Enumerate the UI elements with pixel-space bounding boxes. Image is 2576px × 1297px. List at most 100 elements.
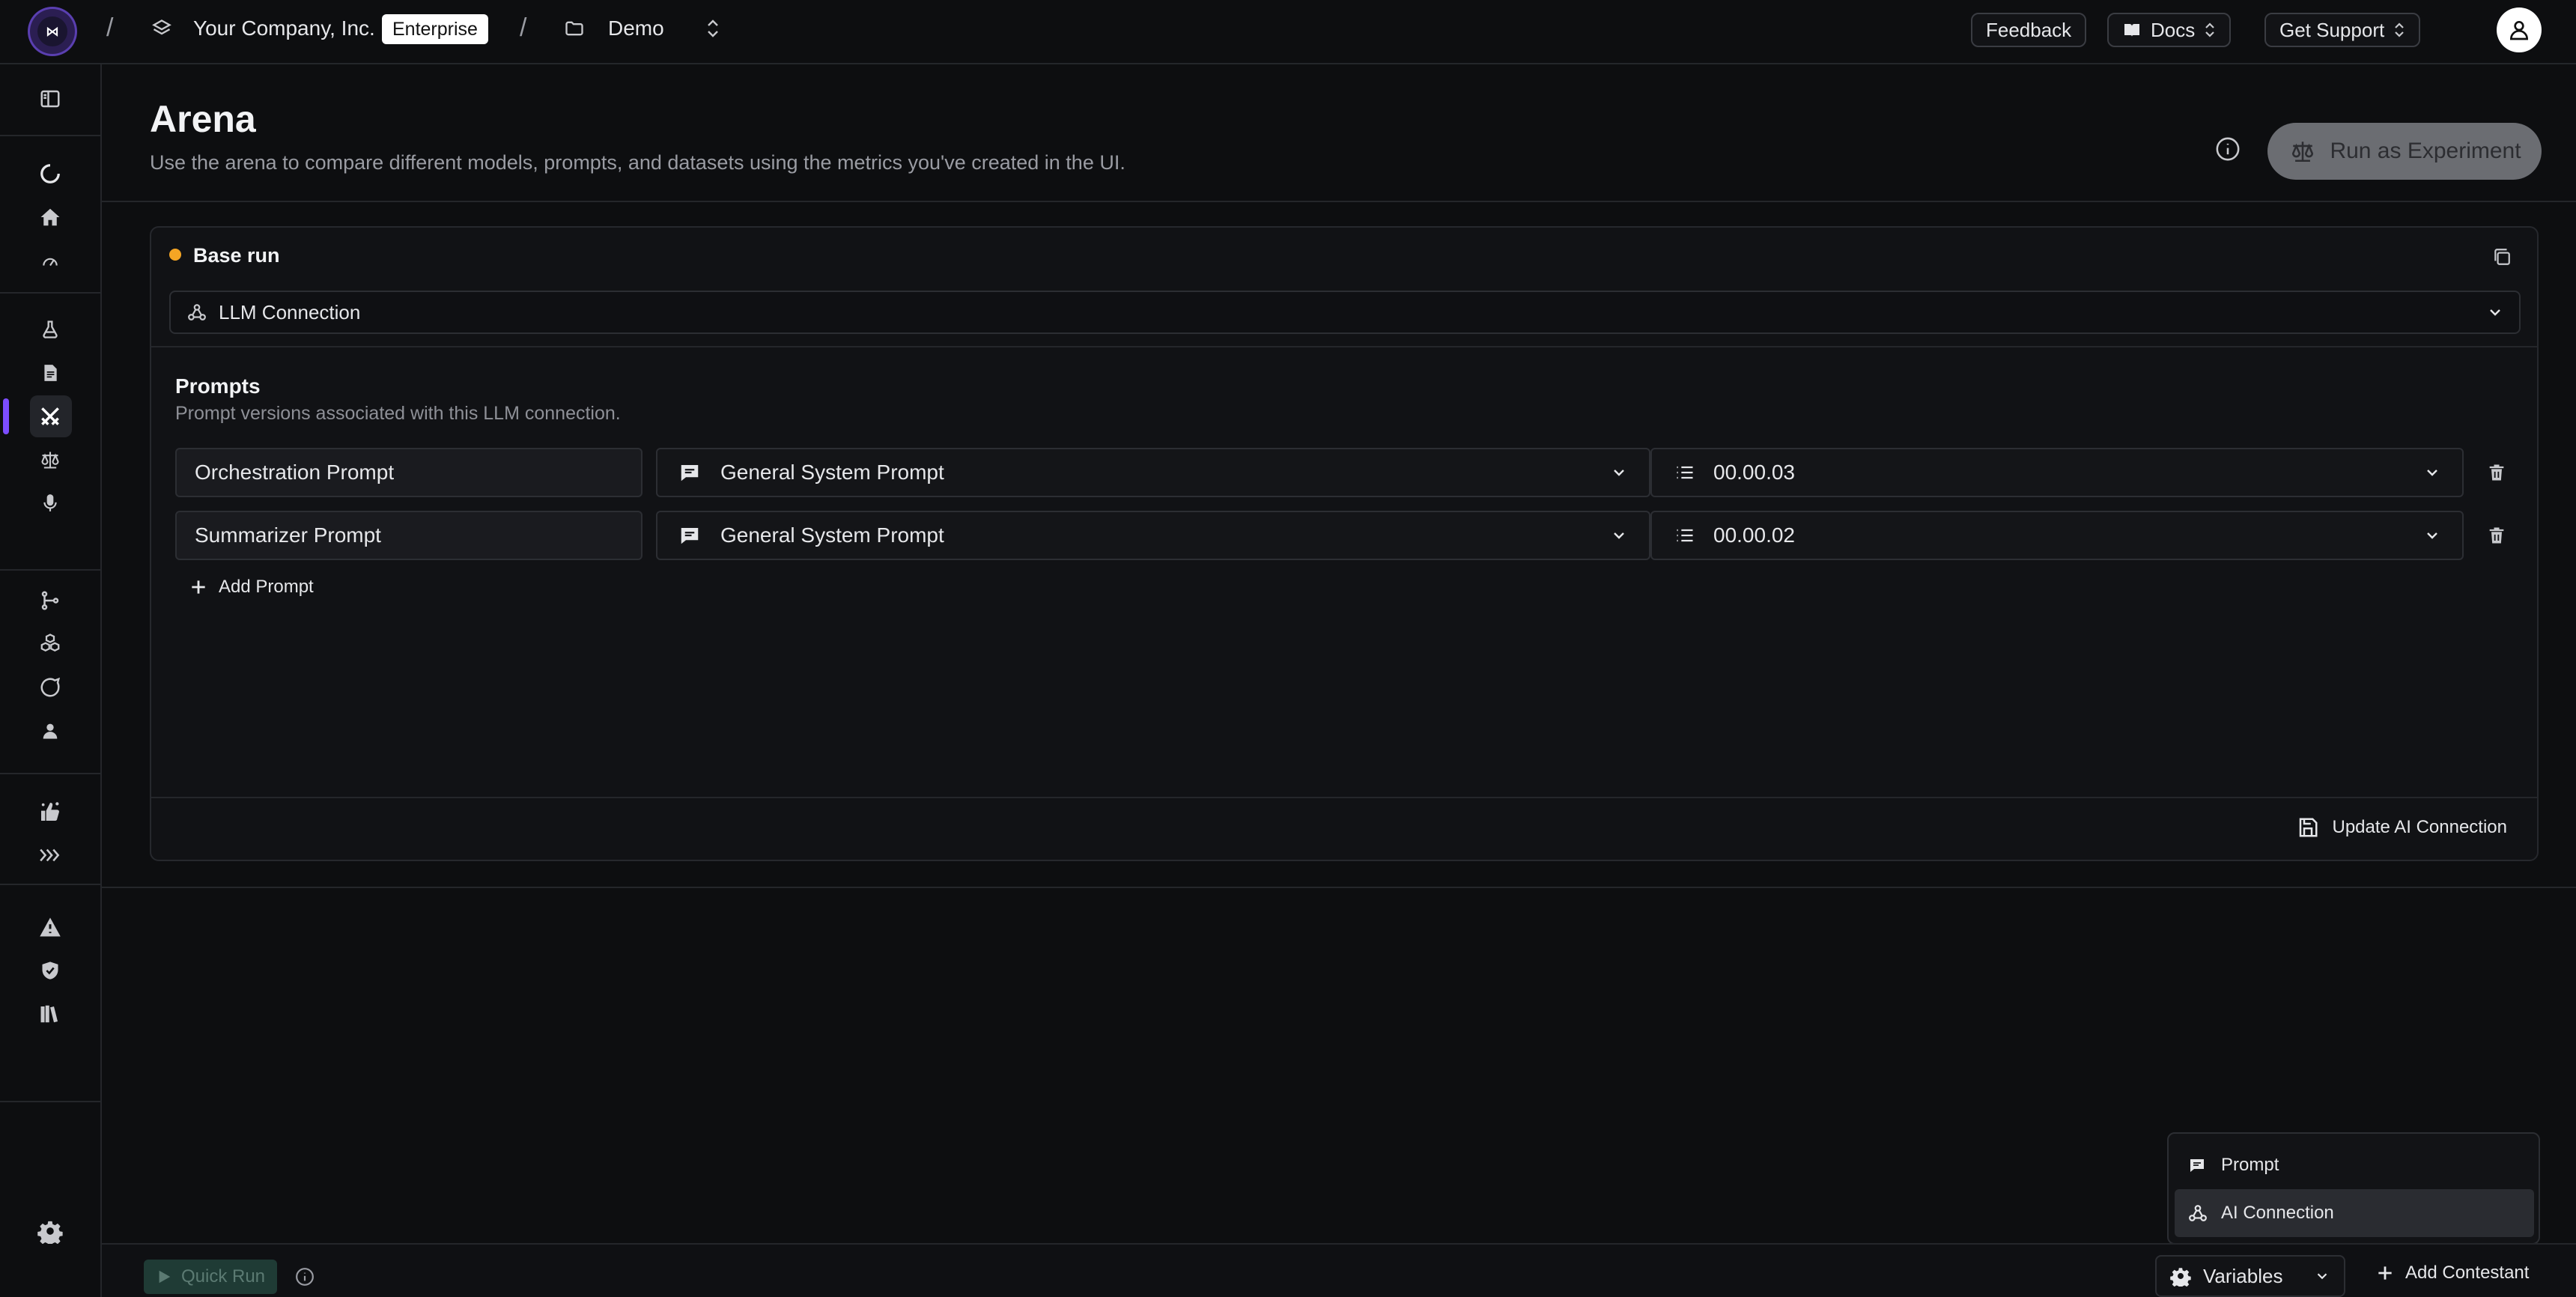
message-square-icon [2188, 1156, 2206, 1174]
quick-run-button[interactable]: Quick Run [144, 1260, 277, 1294]
info-icon[interactable] [2215, 136, 2241, 162]
sidebar-item-library[interactable] [0, 993, 100, 1035]
sidebar-divider [0, 135, 100, 136]
prompt-name-field[interactable]: Summarizer Prompt [175, 511, 643, 560]
sidebar-item-dashboard[interactable] [0, 240, 100, 282]
variables-label: Variables [2203, 1264, 2283, 1287]
org-name[interactable]: Your Company, Inc. [193, 16, 375, 40]
gauge-icon [39, 251, 61, 270]
chevron-down-icon [2423, 526, 2441, 544]
sidebar-item-arena[interactable] [0, 395, 100, 437]
version-select[interactable]: 00.00.03 [1650, 448, 2464, 497]
panel-left-icon [39, 88, 61, 110]
docs-button[interactable]: Docs [2107, 13, 2232, 47]
variables-select[interactable]: Variables [2155, 1255, 2345, 1297]
play-icon [156, 1268, 172, 1286]
logo-mark-icon: ⋈ [37, 16, 67, 46]
update-ai-connection-button[interactable]: Update AI Connection [2297, 816, 2508, 839]
add-contestant-button[interactable]: Add Contestant [2375, 1263, 2529, 1284]
info-icon[interactable] [295, 1267, 315, 1287]
sidebar-toggle[interactable] [0, 78, 100, 120]
llm-connection-select[interactable]: LLM Connection [169, 291, 2521, 334]
list-icon [1673, 462, 1697, 483]
sidebar-item-chat[interactable] [0, 666, 100, 708]
sidebar-item-voice[interactable] [0, 482, 100, 524]
scale-icon [2288, 139, 2318, 164]
chevron-down-icon [1610, 464, 1628, 482]
sidebar-item-documents[interactable] [0, 352, 100, 394]
sidebar-item-loading[interactable] [0, 153, 100, 195]
update-ai-connection-label: Update AI Connection [2332, 817, 2508, 837]
breadcrumb-separator: / [520, 13, 527, 42]
chevrons-up-down-icon[interactable] [704, 16, 722, 40]
loader-circle-icon [39, 162, 61, 185]
add-prompt-button[interactable]: Add Prompt [189, 577, 314, 598]
copy-icon[interactable] [2492, 247, 2512, 267]
bottom-bar: Quick Run Variables Add Contestant [102, 1243, 2576, 1297]
base-run-card: Base run LLM Connection Prompts Prompt v… [150, 226, 2539, 861]
flask-icon [40, 318, 61, 341]
sidebar-item-alerts[interactable] [0, 906, 100, 948]
sidebar-divider [0, 292, 100, 294]
get-support-button[interactable]: Get Support [2264, 13, 2421, 47]
webhook-icon [2188, 1203, 2208, 1223]
project-name[interactable]: Demo [608, 16, 664, 40]
plus-icon [2375, 1263, 2395, 1283]
page-title: Arena [150, 98, 256, 140]
boxes-icon [38, 633, 62, 655]
version-select[interactable]: 00.00.02 [1650, 511, 2464, 560]
folder-icon [563, 18, 586, 39]
chevrons-up-down-icon [2204, 21, 2216, 39]
page-header: Arena Use the arena to compare different… [102, 64, 2576, 202]
sidebar-divider [0, 569, 100, 571]
sidebar-item-users[interactable] [0, 710, 100, 752]
git-branch-icon [39, 589, 61, 612]
prompt-select-label: General System Prompt [720, 523, 944, 547]
sidebar-divider [0, 1101, 100, 1102]
sidebar-item-components[interactable] [0, 623, 100, 665]
sidebar-item-pipelines[interactable] [0, 834, 100, 876]
sidebar-item-settings[interactable] [0, 1210, 100, 1252]
section-divider [102, 887, 2576, 888]
prompt-select-label: General System Prompt [720, 461, 944, 484]
sidebar-item-workflows[interactable] [0, 580, 100, 622]
plus-icon [189, 577, 208, 597]
prompt-name-field[interactable]: Orchestration Prompt [175, 448, 643, 497]
plan-badge: Enterprise [382, 14, 488, 44]
card-footer: Update AI Connection [151, 797, 2537, 861]
sidebar-item-guardrails[interactable] [0, 950, 100, 991]
breadcrumb-separator: / [106, 13, 114, 42]
prompt-select[interactable]: General System Prompt [656, 448, 1650, 497]
user-avatar[interactable] [2497, 7, 2542, 52]
trash-icon[interactable] [2486, 461, 2507, 484]
feedback-button[interactable]: Feedback [1971, 13, 2087, 47]
app-logo[interactable]: ⋈ [30, 9, 75, 54]
message-square-icon [678, 524, 701, 547]
feedback-label: Feedback [1986, 18, 2072, 41]
add-prompt-label: Add Prompt [219, 577, 314, 597]
menu-item-ai-connection[interactable]: AI Connection [2175, 1189, 2534, 1237]
quick-run-label: Quick Run [180, 1266, 266, 1287]
chevrons-up-down-icon [2393, 21, 2405, 39]
sidebar-item-feedback[interactable] [0, 791, 100, 833]
page-subtitle: Use the arena to compare different model… [150, 151, 1126, 174]
sidebar-item-evaluations[interactable] [0, 439, 100, 481]
sidebar-item-home[interactable] [0, 196, 100, 238]
layers-icon [151, 18, 172, 39]
chevron-down-icon [1610, 526, 1628, 544]
run-as-experiment-button[interactable]: Run as Experiment [2267, 123, 2542, 180]
trash-icon[interactable] [2486, 524, 2507, 547]
list-icon [1673, 525, 1697, 546]
save-icon [2297, 816, 2319, 839]
sidebar [0, 64, 102, 1297]
menu-item-prompt[interactable]: Prompt [2175, 1141, 2534, 1189]
message-circle-icon [39, 676, 61, 699]
sidebar-item-experiments[interactable] [0, 309, 100, 350]
swords-icon [38, 404, 62, 428]
version-select-label: 00.00.02 [1713, 523, 1795, 547]
chevron-down-icon [2486, 303, 2504, 321]
prompt-select[interactable]: General System Prompt [656, 511, 1650, 560]
chevron-down-icon [2314, 1268, 2330, 1284]
menu-item-label: Prompt [2221, 1155, 2279, 1175]
add-contestant-label: Add Contestant [2405, 1263, 2530, 1283]
